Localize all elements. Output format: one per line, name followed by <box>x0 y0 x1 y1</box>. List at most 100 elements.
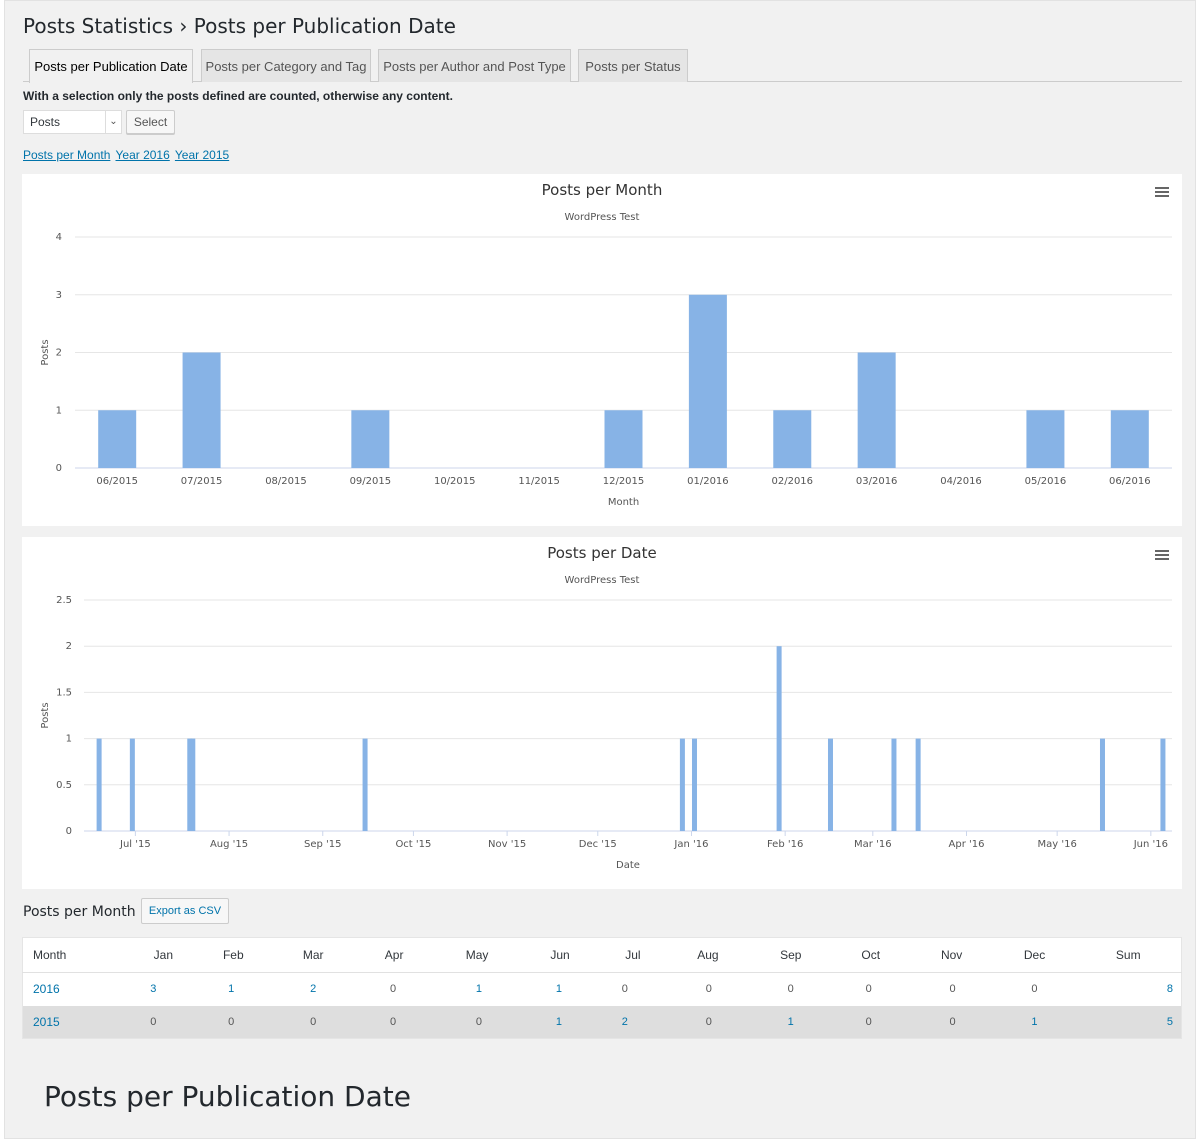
table-cell: 0 <box>132 1005 195 1039</box>
table-cell: 0 <box>949 983 956 996</box>
table-heading: Posts per Month <box>23 904 136 920</box>
table-header-row: Month Jan Feb Mar Apr May Jun Jul Aug Sep Oct Nov De… <box>22 937 1182 973</box>
selection-note: With a selection only the posts defined … <box>23 89 453 103</box>
post-type-select[interactable]: Posts ⌄ <box>23 110 122 134</box>
x-tick-label: 05/2016 <box>1025 476 1067 487</box>
chart-posts-per-month-svg: Posts per Month WordPress Test 0 1 2 3 4 06/201… <box>40 181 1172 508</box>
table-column-header: Month <box>22 937 133 973</box>
x-tick-label: Jun '16 <box>1133 839 1168 850</box>
bar <box>190 738 196 831</box>
period-links: Posts per Month Year 2016 Year 2015 <box>23 148 231 162</box>
tab-posts-per-status[interactable]: Posts per Status <box>578 49 688 82</box>
bar <box>96 738 102 831</box>
table-cell[interactable]: 2 <box>272 973 354 1006</box>
table-column-header: Jul <box>599 937 666 973</box>
table-cell-sum[interactable]: 8 <box>1076 973 1182 1006</box>
bar <box>773 410 812 468</box>
x-tick-label: 07/2015 <box>181 476 223 487</box>
x-tick-label: 03/2016 <box>856 476 898 487</box>
table-column-header: Aug <box>665 937 750 973</box>
x-tick-label: Aug '15 <box>210 839 248 850</box>
chart-title: Posts per Month <box>542 181 663 199</box>
table-column-header: Mar <box>272 937 355 973</box>
select-button[interactable]: Select <box>126 110 175 134</box>
table-cell[interactable]: 1 <box>434 973 520 1006</box>
table-column-header: Dec <box>993 937 1076 973</box>
x-tick-label: 10/2015 <box>434 476 476 487</box>
table-cell[interactable]: 1 <box>520 1005 600 1039</box>
x-tick-label: 08/2015 <box>265 476 307 487</box>
hamburger-icon[interactable] <box>1155 187 1169 197</box>
chart-subtitle: WordPress Test <box>565 212 640 223</box>
post-type-select-value: Posts <box>30 115 61 129</box>
chart-title: Posts per Date <box>547 544 657 562</box>
table-column-header: Jan <box>132 937 195 973</box>
bar <box>1160 738 1166 831</box>
export-csv-button[interactable]: Export as CSV <box>141 898 229 924</box>
table-cell: 0 <box>705 983 712 996</box>
table-cell: 0 <box>434 1005 521 1039</box>
bar <box>776 646 782 831</box>
bar <box>691 738 697 831</box>
x-tick-label: Oct '15 <box>395 839 431 850</box>
table-cell: 0 <box>909 1005 994 1039</box>
x-tick-label: Jul '15 <box>119 839 151 850</box>
table-cell[interactable]: 2 <box>599 1005 666 1039</box>
table-column-header: Jun <box>520 937 600 973</box>
y-tick-label: 2.5 <box>56 595 72 606</box>
bar <box>604 410 643 468</box>
x-tick-label: Dec '15 <box>579 839 617 850</box>
chart-subtitle: WordPress Test <box>565 575 640 586</box>
x-tick-label: 01/2016 <box>687 476 729 487</box>
y-tick-label: 1.5 <box>56 687 72 698</box>
tab-posts-per-author-and-post-type[interactable]: Posts per Author and Post Type <box>378 49 571 82</box>
table-cell[interactable]: 3 <box>132 973 194 1006</box>
x-tick-label: 02/2016 <box>771 476 813 487</box>
table-cell-sum[interactable]: 5 <box>1075 1005 1182 1039</box>
bar <box>891 738 897 831</box>
table-column-header: May <box>434 937 521 973</box>
table-cell: 0 <box>354 1005 435 1039</box>
bar <box>827 738 833 831</box>
y-tick-label: 3 <box>56 290 62 301</box>
year-link[interactable]: 2016 <box>23 973 133 1006</box>
x-tick-label: Mar '16 <box>854 839 892 850</box>
chevron-down-icon: ⌄ <box>105 111 121 133</box>
link-year-2015[interactable]: Year 2015 <box>175 148 229 162</box>
x-axis-label: Month <box>608 497 639 508</box>
table-row: 2016 3 1 2 0 1 1 0 0 0 0 0 0 8 <box>23 973 1182 1006</box>
table-cell: 0 <box>831 1005 910 1039</box>
tab-bar: Posts per Publication Date Posts per Cat… <box>23 49 1182 83</box>
table-cell[interactable]: 1 <box>520 973 600 1006</box>
y-axis-label: Posts <box>40 702 51 728</box>
tab-posts-per-category-and-tag[interactable]: Posts per Category and Tag <box>201 49 371 82</box>
y-tick-label: 0 <box>66 826 72 837</box>
table-column-header: Sum <box>1075 937 1182 973</box>
link-posts-per-month[interactable]: Posts per Month <box>23 148 110 162</box>
table-column-header: Nov <box>909 937 994 973</box>
year-link[interactable]: 2015 <box>22 1005 133 1039</box>
table-cell: 0 <box>194 1005 273 1039</box>
bottom-caption: Posts per Publication Date <box>44 1080 411 1113</box>
bar <box>1110 410 1149 468</box>
x-tick-label: 12/2015 <box>603 476 645 487</box>
table-cell: 0 <box>621 983 628 996</box>
y-tick-label: 1 <box>66 734 72 745</box>
table-cell[interactable]: 1 <box>194 973 272 1006</box>
table-cell[interactable]: 1 <box>749 1005 832 1039</box>
x-tick-label: Jan '16 <box>673 839 708 850</box>
table-column-header: Feb <box>194 937 273 973</box>
hamburger-icon[interactable] <box>1155 550 1169 560</box>
x-axis-label: Date <box>616 860 640 871</box>
bar <box>857 352 896 468</box>
page-title: Posts Statistics › Posts per Publication… <box>23 14 456 38</box>
table-cell: 0 <box>865 983 872 996</box>
x-tick-label: Apr '16 <box>949 839 985 850</box>
x-tick-label: Nov '15 <box>488 839 526 850</box>
y-axis-label: Posts <box>40 339 51 365</box>
table-cell[interactable]: 1 <box>993 1005 1076 1039</box>
tab-posts-per-publication-date[interactable]: Posts per Publication Date <box>29 49 193 83</box>
table-column-header: Oct <box>831 937 910 973</box>
bar <box>182 352 221 468</box>
link-year-2016[interactable]: Year 2016 <box>116 148 170 162</box>
